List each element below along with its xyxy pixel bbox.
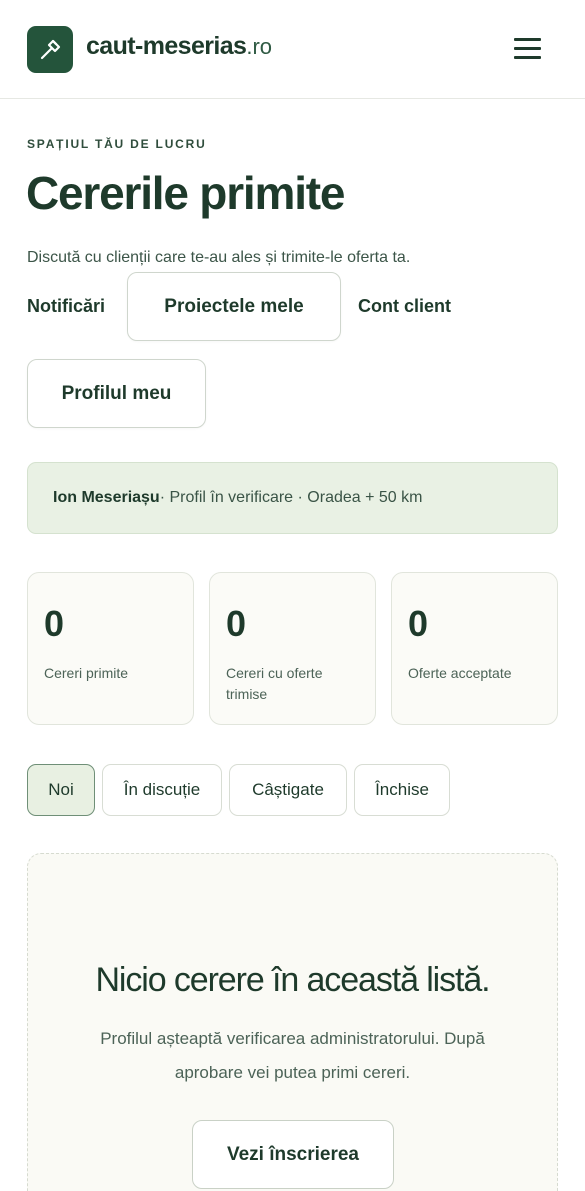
stat-value: 0	[226, 603, 247, 644]
profile-status-bar: Ion Meseriașu · Profil în verificare · O…	[27, 462, 558, 534]
menu-button[interactable]	[506, 32, 548, 66]
hamburger-line	[514, 47, 541, 50]
hamburger-menu-icon	[514, 38, 541, 41]
nav-profilul-meu[interactable]: Profilul meu	[27, 359, 206, 428]
stat-value: 0	[408, 603, 429, 644]
view-registration-button[interactable]: Vezi înscrierea	[192, 1120, 394, 1189]
app-header: caut-meserias.ro	[0, 0, 585, 99]
stat-label: Cereri primite	[44, 665, 129, 681]
page-kicker: SPAȚIUL TĂU DE LUCRU	[27, 137, 207, 151]
empty-state-title: Nicio cerere în această listă.	[95, 961, 490, 999]
nav-cont-client[interactable]: Cont client	[358, 296, 451, 317]
logo-badge[interactable]	[27, 26, 73, 73]
empty-state-panel: Nicio cerere în această listă. Profilul …	[27, 853, 558, 1191]
page-title: Cererile primite	[26, 167, 345, 219]
hammer-icon	[40, 39, 61, 59]
stat-label: Oferte acceptate	[408, 665, 512, 681]
stat-card-oferte-acceptate: 0 Oferte acceptate	[391, 572, 558, 725]
brand-logo-text[interactable]: caut-meserias.ro	[86, 32, 272, 61]
stat-value: 0	[44, 603, 65, 644]
nav-notificari[interactable]: Notificări	[27, 296, 105, 317]
stat-card-cereri-primite: 0 Cereri primite	[27, 572, 194, 725]
page-subtitle: Discută cu clienții care te-au ales și t…	[27, 249, 411, 266]
empty-state-text: Profilul așteaptă verificarea administra…	[100, 1029, 485, 1082]
hamburger-line	[514, 56, 541, 59]
stat-label: Cereri cu oferte trimise	[226, 665, 323, 702]
tab-noi[interactable]: Noi	[27, 764, 95, 816]
profile-details: · Profil în verificare · Oradea + 50 km	[159, 489, 423, 506]
tab-in-discutie[interactable]: În discuție	[102, 764, 222, 816]
tab-castigate[interactable]: Câștigate	[229, 764, 347, 816]
brand-name: caut-meserias	[86, 32, 247, 60]
brand-tld: .ro	[246, 34, 273, 59]
stat-card-cereri-cu-oferte: 0 Cereri cu oferte trimise	[209, 572, 376, 725]
nav-proiectele-mele[interactable]: Proiectele mele	[127, 272, 341, 341]
tab-inchise[interactable]: Închise	[354, 764, 450, 816]
profile-name: Ion Meseriașu	[53, 489, 160, 506]
